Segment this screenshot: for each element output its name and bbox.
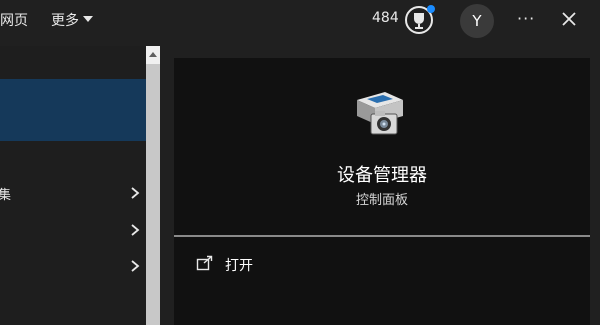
top-bar: 网页 更多 484 Y ··· bbox=[0, 0, 600, 42]
list-item-selected[interactable] bbox=[0, 79, 146, 141]
notification-dot bbox=[427, 5, 435, 13]
device-manager-icon bbox=[357, 92, 403, 135]
app-category: 控制面板 bbox=[355, 193, 408, 208]
chevron-right-icon[interactable] bbox=[130, 187, 140, 199]
chevron-right-icon[interactable] bbox=[130, 224, 140, 236]
chevron-right-icon[interactable] bbox=[130, 260, 140, 272]
scrollbar[interactable] bbox=[146, 46, 160, 325]
divider bbox=[174, 235, 590, 237]
rewards-points[interactable]: 484 bbox=[372, 10, 399, 26]
open-button[interactable]: 打开 bbox=[196, 252, 316, 276]
scroll-up-button[interactable] bbox=[146, 46, 160, 64]
results-list: 集 bbox=[0, 46, 146, 325]
open-external-icon bbox=[196, 255, 213, 271]
tab-more[interactable]: 更多 bbox=[51, 10, 79, 30]
chevron-up-icon bbox=[149, 52, 157, 57]
more-options-button[interactable]: ··· bbox=[517, 9, 535, 28]
app-title: 设备管理器 bbox=[337, 165, 427, 186]
chevron-down-icon[interactable] bbox=[83, 16, 93, 22]
avatar[interactable]: Y bbox=[460, 4, 494, 38]
list-item-label: 集 bbox=[0, 188, 12, 203]
detail-panel: 设备管理器 控制面板 打开 bbox=[174, 58, 590, 325]
tab-web[interactable]: 网页 bbox=[0, 10, 28, 30]
open-label: 打开 bbox=[225, 258, 253, 274]
close-icon[interactable] bbox=[559, 9, 579, 29]
